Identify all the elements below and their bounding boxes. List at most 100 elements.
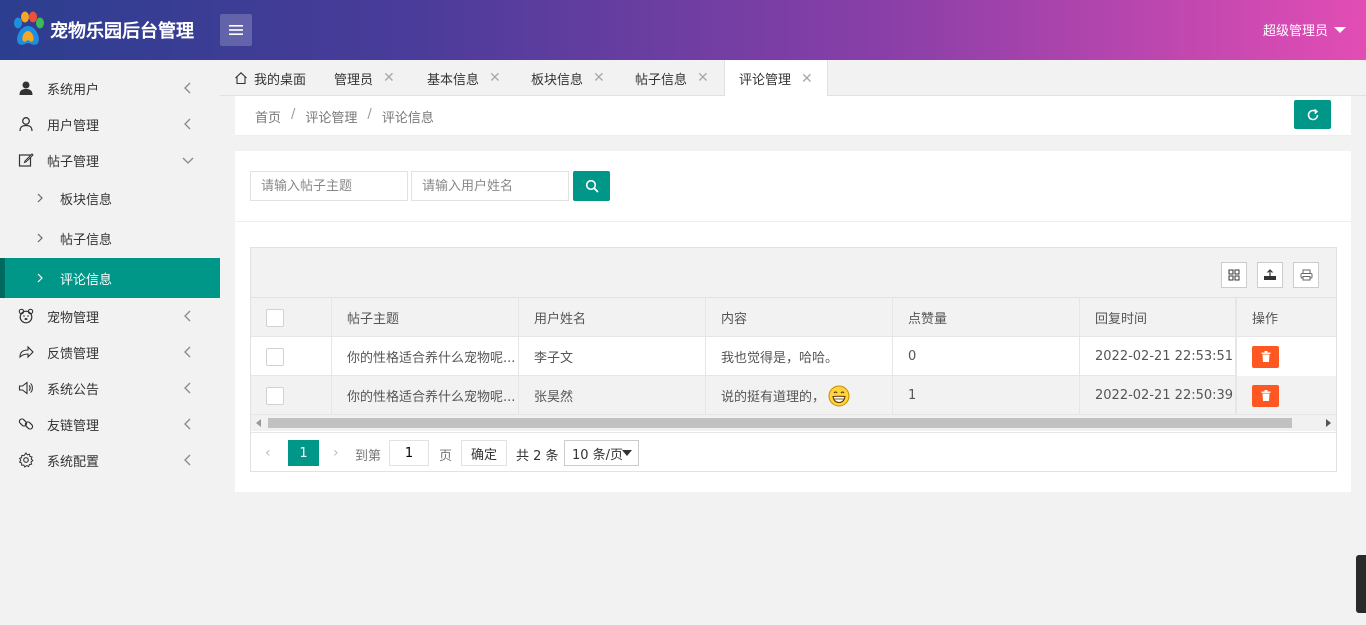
print-button[interactable] bbox=[1293, 262, 1319, 288]
trash-icon bbox=[1261, 390, 1270, 401]
user-menu[interactable]: 超级管理员 bbox=[1263, 20, 1346, 39]
sidebar-subitem-label: 帖子信息 bbox=[60, 232, 113, 248]
sidebar-item-link-management[interactable]: 友链管理 bbox=[0, 406, 220, 442]
close-icon[interactable]: ✕ bbox=[383, 70, 395, 86]
refresh-icon bbox=[1307, 108, 1318, 120]
user-filled-icon bbox=[19, 81, 33, 95]
topic-search-input[interactable] bbox=[250, 171, 408, 201]
column-header[interactable]: 点赞量 bbox=[893, 298, 1080, 337]
sidebar-item-announcements[interactable]: 系统公告 bbox=[0, 370, 220, 406]
app-title: 宠物乐园后台管理 bbox=[50, 21, 194, 42]
tab-board-info[interactable]: 板块信息 ✕ bbox=[531, 60, 605, 96]
select-all-checkbox[interactable] bbox=[266, 308, 284, 327]
tab-admin[interactable]: 管理员 ✕ bbox=[334, 60, 395, 96]
sidebar-subitem-label: 板块信息 bbox=[60, 192, 113, 208]
tab-label: 我的桌面 bbox=[254, 72, 307, 88]
cell-topic: 你的性格适合养什么宠物呢... bbox=[332, 376, 519, 415]
goto-label: 到第 bbox=[355, 449, 382, 464]
cell-actions bbox=[1236, 337, 1336, 376]
sidebar-item-feedback-management[interactable]: 反馈管理 bbox=[0, 334, 220, 370]
menu-icon bbox=[229, 25, 243, 35]
sidebar-item-label: 友链管理 bbox=[47, 418, 100, 434]
gear-icon bbox=[18, 452, 34, 468]
sidebar-item-label: 系统公告 bbox=[47, 382, 100, 398]
user-icon bbox=[19, 117, 33, 132]
close-icon[interactable]: ✕ bbox=[697, 70, 709, 86]
export-button[interactable] bbox=[1257, 262, 1283, 288]
sidebar-item-user-management[interactable]: 用户管理 bbox=[0, 106, 220, 142]
sidebar-item-label: 帖子管理 bbox=[47, 154, 100, 170]
column-header[interactable]: 帖子主题 bbox=[332, 298, 519, 337]
chevron-down-icon bbox=[182, 157, 194, 164]
chevron-left-icon bbox=[184, 310, 191, 322]
tab-my-desktop[interactable]: 我的桌面 bbox=[234, 60, 306, 96]
prev-page-icon[interactable]: ‹ bbox=[265, 445, 271, 461]
refresh-button[interactable] bbox=[1294, 100, 1331, 129]
sidebar-item-label: 系统用户 bbox=[47, 82, 100, 98]
share-icon bbox=[19, 345, 34, 359]
table-toolbar bbox=[251, 248, 1336, 298]
goto-page-input[interactable] bbox=[389, 440, 429, 466]
chevron-right-icon bbox=[37, 273, 43, 283]
delete-button[interactable] bbox=[1252, 384, 1279, 407]
user-search-input[interactable] bbox=[411, 171, 569, 201]
next-page-icon[interactable]: › bbox=[333, 445, 339, 461]
bear-icon bbox=[18, 308, 34, 324]
tab-basic-info[interactable]: 基本信息 ✕ bbox=[427, 60, 501, 96]
breadcrumb-bar: 首页 / 评论管理 / 评论信息 bbox=[235, 96, 1351, 136]
row-checkbox[interactable] bbox=[266, 386, 284, 405]
scrollbar-thumb[interactable] bbox=[268, 418, 1292, 428]
export-icon bbox=[1264, 269, 1276, 280]
cell-actions bbox=[1236, 376, 1336, 415]
speaker-icon bbox=[18, 381, 33, 395]
close-icon[interactable]: ✕ bbox=[801, 71, 813, 87]
breadcrumb-home[interactable]: 首页 bbox=[255, 107, 281, 126]
sidebar-subitem-post-info[interactable]: 帖子信息 bbox=[0, 218, 220, 258]
goto-confirm-button[interactable]: 确定 bbox=[461, 440, 507, 466]
top-header: 宠物乐园后台管理 超级管理员 bbox=[0, 0, 1366, 60]
sidebar: 系统用户 用户管理 帖子管理 板块信息 帖子信息 评论信息 宠物管理 反馈管理 … bbox=[0, 60, 220, 625]
sidebar-item-system-config[interactable]: 系统配置 bbox=[0, 442, 220, 478]
page-size-select[interactable]: 10 条/页 bbox=[564, 440, 639, 466]
delete-button[interactable] bbox=[1252, 345, 1279, 368]
row-checkbox[interactable] bbox=[266, 347, 284, 366]
chevron-left-icon bbox=[184, 346, 191, 358]
sidebar-item-label: 宠物管理 bbox=[47, 310, 100, 326]
tab-comment-management[interactable]: 评论管理 ✕ bbox=[724, 60, 828, 97]
close-icon[interactable]: ✕ bbox=[593, 70, 605, 86]
table-row[interactable]: 你的性格适合养什么宠物呢... 李子文 我也觉得是，哈哈。 0 2022-02-… bbox=[251, 337, 1336, 376]
cell-topic: 你的性格适合养什么宠物呢... bbox=[332, 337, 519, 376]
tab-label: 基本信息 bbox=[427, 72, 480, 88]
sidebar-item-post-management[interactable]: 帖子管理 bbox=[0, 142, 220, 178]
search-button[interactable] bbox=[573, 171, 610, 201]
tab-label: 管理员 bbox=[334, 72, 374, 88]
select-all-cell bbox=[251, 298, 332, 337]
horizontal-scrollbar[interactable] bbox=[251, 415, 1336, 431]
breadcrumb-comment-management[interactable]: 评论管理 bbox=[305, 107, 357, 126]
sidebar-item-pet-management[interactable]: 宠物管理 bbox=[0, 298, 220, 334]
chevron-left-icon bbox=[184, 82, 191, 94]
cell-user: 张昊然 bbox=[519, 376, 706, 415]
side-panel-handle[interactable] bbox=[1356, 555, 1366, 613]
column-header[interactable]: 内容 bbox=[706, 298, 893, 337]
sidebar-item-system-users[interactable]: 系统用户 bbox=[0, 70, 220, 106]
logo[interactable]: 宠物乐园后台管理 bbox=[10, 11, 194, 49]
menu-toggle-button[interactable] bbox=[220, 14, 252, 46]
table-row[interactable]: 你的性格适合养什么宠物呢... 张昊然 说的挺有道理的， 1 2022-02-2… bbox=[251, 376, 1336, 415]
columns-filter-button[interactable] bbox=[1221, 262, 1247, 288]
column-header[interactable]: 用户姓名 bbox=[519, 298, 706, 337]
chevron-left-icon bbox=[184, 454, 191, 466]
close-icon[interactable]: ✕ bbox=[489, 70, 501, 86]
chevron-left-icon bbox=[184, 118, 191, 130]
column-header[interactable]: 回复时间 bbox=[1080, 298, 1236, 337]
comment-table: 帖子主题 用户姓名 内容 点赞量 回复时间 操作 你的性格适合养什么宠物呢...… bbox=[250, 247, 1337, 472]
scroll-right-icon[interactable] bbox=[1324, 419, 1332, 427]
trash-icon bbox=[1261, 351, 1270, 362]
sidebar-subitem-comment-info[interactable]: 评论信息 bbox=[0, 258, 220, 298]
cell-content: 说的挺有道理的， bbox=[721, 390, 826, 405]
current-page[interactable]: 1 bbox=[288, 440, 319, 466]
sidebar-subitem-board-info[interactable]: 板块信息 bbox=[0, 178, 220, 218]
tab-post-info[interactable]: 帖子信息 ✕ bbox=[635, 60, 709, 96]
scroll-left-icon[interactable] bbox=[255, 419, 263, 427]
page-unit-label: 页 bbox=[439, 449, 453, 464]
